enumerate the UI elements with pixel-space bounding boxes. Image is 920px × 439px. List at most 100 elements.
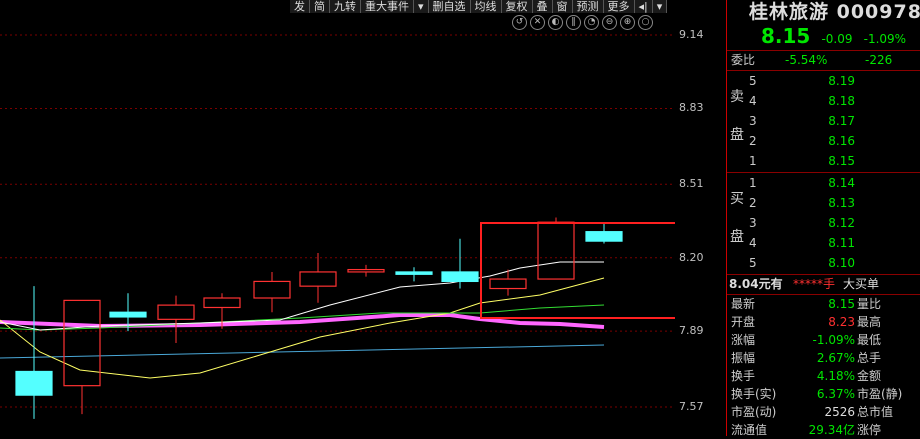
chart-tool-icon[interactable]: ↺	[512, 15, 527, 30]
stat-row: 市盈(动) 2526 总市值	[727, 403, 920, 421]
chart-tool-icon[interactable]: ✕	[530, 15, 545, 30]
chart-tool-icon[interactable]: ◔	[584, 15, 599, 30]
stat-label-secondary: 量比	[857, 297, 882, 311]
chart-tool-icon[interactable]: ⊕	[620, 15, 635, 30]
candle	[395, 267, 433, 282]
toolbar-button[interactable]: 重大事件	[361, 0, 414, 13]
candle	[299, 252, 337, 303]
order-level: 1	[749, 176, 757, 190]
order-level: 2	[749, 134, 757, 148]
toolbar-button[interactable]: ◂|	[635, 0, 653, 13]
toolbar-button[interactable]: 发	[290, 0, 310, 13]
toolbar-button[interactable]: 窗	[553, 0, 573, 13]
order-level-row[interactable]: 2 8.16	[727, 132, 920, 150]
price-tick-label: 7.89	[679, 324, 704, 338]
order-level-row[interactable]: 5 8.19	[727, 72, 920, 90]
order-level-row[interactable]: 3 8.17	[727, 112, 920, 130]
stat-label: 开盘	[731, 315, 756, 329]
toolbar-button[interactable]: 删自选	[429, 0, 471, 13]
chart-tool-icon[interactable]: ⊖	[602, 15, 617, 30]
chart-tool-icon[interactable]: ‖	[566, 15, 581, 30]
candle-body	[395, 271, 433, 275]
candle	[157, 295, 195, 344]
order-price: 8.13	[828, 196, 855, 210]
stat-label: 最新	[731, 297, 756, 311]
stat-label: 流通值	[731, 423, 768, 437]
candle	[253, 271, 291, 313]
order-level-row[interactable]: 3 8.12	[727, 214, 920, 232]
candle	[489, 269, 527, 296]
price-change-pct: -1.09%	[863, 32, 907, 46]
price-tick-label: 8.83	[679, 101, 704, 115]
toolbar-button[interactable]: ▾	[414, 0, 429, 13]
chart-tool-icon[interactable]: ◐	[548, 15, 563, 30]
price-axis: 9.14 8.83 8.51 8.20 7.89 7.57	[675, 0, 725, 436]
order-price: 8.11	[828, 236, 855, 250]
toolbar-button[interactable]: 九转	[330, 0, 361, 13]
order-level-row[interactable]: 4 8.11	[727, 234, 920, 252]
big-order-row: 8.04元有 *****手 大买单	[727, 275, 920, 293]
order-price: 8.12	[828, 216, 855, 230]
order-price: 8.17	[828, 114, 855, 128]
side-label: 盘	[730, 229, 744, 245]
toolbar-button[interactable]: ▾	[653, 0, 668, 13]
candle-body	[585, 231, 623, 242]
toolbar-button[interactable]: 预测	[573, 0, 604, 13]
candle-body	[203, 297, 241, 309]
chart-icon-bar: ↺ ✕ ◐ ‖ ◔ ⊖ ⊕ ○	[512, 15, 653, 30]
order-price: 8.14	[828, 176, 855, 190]
candle	[63, 299, 101, 415]
stat-value: 6.37%	[816, 387, 855, 401]
order-level: 5	[749, 256, 757, 270]
toolbar-button[interactable]: 更多	[604, 0, 635, 13]
stat-label-secondary: 最高	[857, 315, 882, 329]
toolbar-button[interactable]: 叠	[533, 0, 553, 13]
price-tick-label: 8.51	[679, 177, 704, 191]
order-level-row[interactable]: 1 8.15	[727, 152, 920, 170]
stat-label-secondary: 最低	[857, 333, 882, 347]
divider	[727, 172, 920, 173]
toolbar-button[interactable]: 复权	[502, 0, 533, 13]
stat-value: -1.09%	[812, 333, 855, 347]
toolbar-button[interactable]: 简	[310, 0, 330, 13]
order-level: 4	[749, 236, 757, 250]
stat-label-secondary: 金额	[857, 369, 882, 383]
price-row: 8.15 -0.09 -1.09%	[761, 24, 906, 48]
candle-body	[15, 370, 53, 396]
big-order-qty: *****手	[793, 277, 836, 291]
chart-tool-icon[interactable]: ○	[638, 15, 653, 30]
candle-body	[347, 268, 385, 273]
kline-chart[interactable]	[0, 0, 675, 436]
stat-label: 市盈(动)	[731, 405, 777, 419]
weibi-diff: -226	[865, 53, 893, 67]
stat-row: 开盘 8.23 最高	[727, 313, 920, 331]
order-level: 1	[749, 154, 757, 168]
candle	[585, 222, 623, 244]
stock-name-code: 桂林旅游 000978	[749, 1, 920, 23]
stat-value: 8.23	[828, 315, 855, 329]
order-price: 8.18	[828, 94, 855, 108]
order-level-row[interactable]: 1 8.14	[727, 174, 920, 192]
stat-value: 2526	[824, 405, 855, 419]
ma-line-blue	[0, 344, 605, 359]
order-level: 3	[749, 216, 757, 230]
stat-row: 换手 4.18% 金额	[727, 367, 920, 385]
stat-value: 29.34亿	[808, 423, 855, 437]
order-level-row[interactable]: 4 8.18	[727, 92, 920, 110]
toolbar-button[interactable]: 均线	[471, 0, 502, 13]
order-price: 8.15	[828, 154, 855, 168]
stat-row: 换手(实) 6.37% 市盈(静)	[727, 385, 920, 403]
weibi-label: 委比	[731, 53, 756, 67]
stat-label-secondary: 涨停	[857, 423, 882, 437]
stat-label-secondary: 总市值	[857, 405, 894, 419]
side-label: 盘	[730, 127, 744, 143]
side-label: 卖	[730, 89, 744, 105]
order-level-row[interactable]: 2 8.13	[727, 194, 920, 212]
stat-value: 8.15	[828, 297, 855, 311]
order-level-row[interactable]: 5 8.10	[727, 254, 920, 272]
price-tick-label: 7.57	[679, 400, 704, 413]
quote-panel: 桂林旅游 000978 8.15 -0.09 -1.09% 委比 -5.54% …	[726, 0, 920, 437]
stat-label-secondary: 市盈(静)	[857, 387, 903, 401]
stat-value: 4.18%	[816, 369, 855, 383]
chart-toolbar: 发简九转 重大事件 ▾ 删自选 均线 复权叠窗预测 更多 ◂| ▾	[290, 0, 668, 13]
